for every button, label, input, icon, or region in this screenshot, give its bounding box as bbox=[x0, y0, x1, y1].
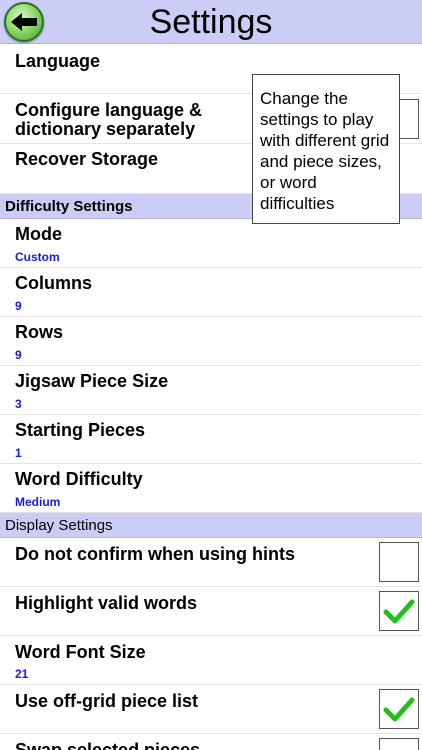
mode-row[interactable]: Mode Custom bbox=[0, 219, 422, 268]
word-font-size-label: Word Font Size bbox=[15, 642, 146, 662]
jigsaw-piece-size-row[interactable]: Jigsaw Piece Size 3 bbox=[0, 366, 422, 415]
swap-pieces-row[interactable]: Swap selected pieces bbox=[0, 734, 422, 750]
display-section-header: Display Settings bbox=[0, 513, 422, 538]
jigsaw-piece-size-value: 3 bbox=[15, 397, 22, 411]
no-confirm-hints-checkbox[interactable] bbox=[379, 542, 419, 582]
columns-row[interactable]: Columns 9 bbox=[0, 268, 422, 317]
help-tooltip: Change the settings to play with differe… bbox=[252, 74, 400, 224]
highlight-words-checkbox[interactable] bbox=[379, 591, 419, 631]
off-grid-list-label: Use off-grid piece list bbox=[15, 691, 199, 711]
rows-value: 9 bbox=[15, 348, 22, 362]
word-font-size-row[interactable]: Word Font Size 21 bbox=[0, 636, 422, 685]
title-bar: Settings bbox=[0, 0, 422, 44]
off-grid-list-row[interactable]: Use off-grid piece list bbox=[0, 685, 422, 734]
configure-language-label: Configure language & dictionary separate… bbox=[15, 100, 203, 139]
swap-pieces-checkbox[interactable] bbox=[379, 738, 419, 750]
swap-pieces-label: Swap selected pieces bbox=[15, 740, 201, 750]
rows-row[interactable]: Rows 9 bbox=[0, 317, 422, 366]
checkmark-icon bbox=[383, 697, 415, 722]
mode-value: Custom bbox=[15, 250, 60, 264]
word-difficulty-value: Medium bbox=[15, 495, 61, 509]
rows-label: Rows bbox=[15, 322, 64, 342]
starting-pieces-row[interactable]: Starting Pieces 1 bbox=[0, 415, 422, 464]
starting-pieces-label: Starting Pieces bbox=[15, 420, 146, 440]
highlight-words-row[interactable]: Highlight valid words bbox=[0, 587, 422, 636]
starting-pieces-value: 1 bbox=[15, 446, 22, 460]
no-confirm-hints-row[interactable]: Do not confirm when using hints bbox=[0, 538, 422, 587]
highlight-words-label: Highlight valid words bbox=[15, 593, 198, 613]
columns-value: 9 bbox=[15, 299, 22, 313]
page-title: Settings bbox=[149, 3, 273, 41]
word-font-size-value: 21 bbox=[15, 667, 29, 681]
recover-storage-label: Recover Storage bbox=[15, 149, 159, 169]
columns-label: Columns bbox=[15, 273, 93, 293]
mode-label: Mode bbox=[15, 224, 62, 244]
no-confirm-hints-label: Do not confirm when using hints bbox=[15, 544, 295, 564]
display-section-title: Display Settings bbox=[5, 517, 113, 534]
jigsaw-piece-size-label: Jigsaw Piece Size bbox=[15, 371, 169, 391]
difficulty-section-title: Difficulty Settings bbox=[5, 198, 133, 215]
checkmark-icon bbox=[383, 599, 415, 624]
word-difficulty-label: Word Difficulty bbox=[15, 469, 143, 489]
word-difficulty-row[interactable]: Word Difficulty Medium bbox=[0, 464, 422, 513]
language-label: Language bbox=[15, 51, 101, 71]
off-grid-list-checkbox[interactable] bbox=[379, 689, 419, 729]
